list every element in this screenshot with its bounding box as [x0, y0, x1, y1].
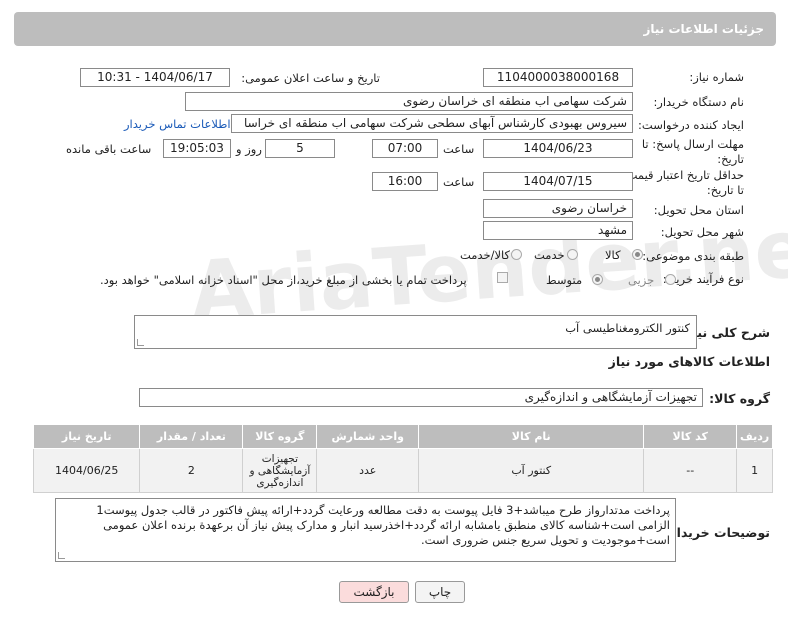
col-row-header: ردیف: [736, 424, 773, 449]
col-unit-header: واحد شمارش: [316, 424, 420, 449]
print-button[interactable]: چاپ: [415, 581, 465, 603]
remaining-time-field: 19:05:03: [163, 139, 231, 158]
col-code-header: کد کالا: [643, 424, 738, 449]
col-date-header: تاریخ نیاز: [32, 424, 141, 449]
process-medium-label: متوسط: [546, 273, 583, 287]
announce-field: 1404/06/17 - 10:31: [80, 68, 230, 87]
province-label: استان محل تحویل:: [653, 203, 744, 217]
category-goods-label: کالا: [605, 248, 621, 262]
announce-label: تاریخ و ساعت اعلان عمومی:: [241, 71, 380, 85]
need-number-label: شماره نیاز:: [689, 70, 744, 84]
buyer-org-label: نام دستگاه خریدار:: [653, 95, 744, 109]
cell-row: 1: [736, 448, 773, 493]
city-label: شهر محل تحویل:: [660, 225, 744, 239]
price-valid-time-field: 16:00: [372, 172, 438, 191]
remaining-label: ساعت باقی مانده: [66, 142, 152, 156]
cell-name: کنتور آب: [418, 448, 645, 493]
table-row: 1 -- کنتور آب عدد تجهیزات آزمایشگاهی و ا…: [32, 448, 773, 493]
deadline-label: مهلت ارسال پاسخ: تا: [641, 137, 744, 151]
deadline-label-2: تاریخ:: [717, 152, 744, 166]
category-service-label: خدمت: [534, 248, 565, 262]
process-minor-label: جزیی: [628, 273, 655, 287]
col-qty-header: تعداد / مقدار: [139, 424, 244, 449]
deadline-date-field: 1404/06/23: [483, 139, 633, 158]
buyer-org-field: شرکت سهامی اب منطقه ای خراسان رضوی: [185, 92, 633, 111]
price-valid-time-label: ساعت: [443, 175, 475, 189]
resize-handle-icon[interactable]: [58, 552, 65, 559]
process-radio-medium[interactable]: [592, 274, 603, 285]
days-label: روز و: [236, 142, 262, 156]
payment-note: پرداخت تمام یا بخشی از مبلغ خرید،از محل …: [100, 273, 467, 287]
goods-table: ردیف کد کالا نام کالا واحد شمارش گروه کا…: [32, 424, 773, 493]
cell-group: تجهیزات آزمایشگاهی و اندازه‌گیری: [242, 448, 318, 493]
deadline-time-label: ساعت: [443, 142, 475, 156]
price-valid-label: حداقل تاریخ اعتبار قیمت:: [622, 168, 744, 182]
treasury-checkbox[interactable]: [497, 272, 508, 283]
category-radio-both[interactable]: [511, 249, 522, 260]
category-both-label: کالا/خدمت: [460, 248, 511, 262]
resize-handle-icon[interactable]: [137, 339, 144, 346]
cell-qty: 2: [139, 448, 244, 493]
price-valid-label-2: تا تاریخ:: [706, 183, 744, 197]
goods-group-label: گروه کالا:: [709, 391, 770, 406]
process-radio-minor[interactable]: [665, 274, 676, 285]
general-desc-field: کنتور الکترومغناطیسی آب: [134, 315, 697, 349]
city-field: مشهد: [483, 221, 633, 240]
table-header-row: ردیف کد کالا نام کالا واحد شمارش گروه کا…: [32, 424, 773, 449]
cell-code: --: [643, 448, 738, 493]
deadline-time-field: 07:00: [372, 139, 438, 158]
category-radio-service[interactable]: [567, 249, 578, 260]
col-group-header: گروه کالا: [242, 424, 318, 449]
header-bar: جزئیات اطلاعات نیاز: [14, 12, 776, 46]
province-field: خراسان رضوی: [483, 199, 633, 218]
contact-buyer-link[interactable]: اطلاعات تماس خریدار: [124, 117, 231, 131]
page-title: جزئیات اطلاعات نیاز: [643, 22, 764, 36]
col-name-header: نام کالا: [418, 424, 645, 449]
days-field: 5: [265, 139, 335, 158]
category-label: طبقه بندی موضوعی:: [642, 249, 744, 263]
need-number-field: 1104000038000168: [483, 68, 633, 87]
buyer-notes-field: پرداخت مدتدارواز طرح میباشد+3 فایل پیوست…: [55, 498, 676, 562]
cell-date: 1404/06/25: [32, 448, 141, 493]
price-valid-date-field: 1404/07/15: [483, 172, 633, 191]
cell-unit: عدد: [316, 448, 420, 493]
buyer-notes-label: توضیحات خریدار:: [664, 525, 770, 540]
goods-group-field: تجهیزات آزمایشگاهی و اندازه‌گیری: [139, 388, 703, 407]
goods-info-title: اطلاعات کالاهای مورد نیاز: [608, 354, 770, 369]
creator-field: سیروس بهبودی کارشناس آبهای سطحی شرکت سها…: [231, 114, 633, 133]
creator-label: ایجاد کننده درخواست:: [638, 118, 744, 132]
back-button[interactable]: بازگشت: [339, 581, 409, 603]
category-radio-goods[interactable]: [632, 249, 643, 260]
general-desc-text: کنتور الکترومغناطیسی آب: [565, 321, 690, 335]
buyer-notes-text: پرداخت مدتدارواز طرح میباشد+3 فایل پیوست…: [96, 503, 670, 547]
